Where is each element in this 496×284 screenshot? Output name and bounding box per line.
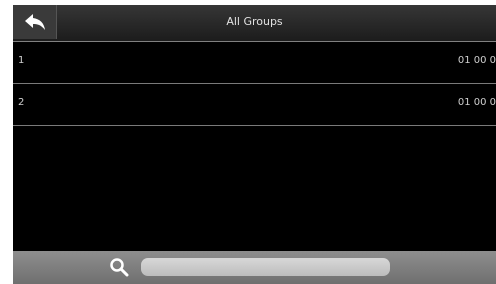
list-item[interactable]: 1 01 00 0: [13, 42, 496, 84]
group-value: 01 00 0: [457, 97, 496, 108]
search-input[interactable]: [141, 258, 390, 276]
header-bar: All Groups: [13, 5, 496, 42]
search-bar: [13, 251, 496, 284]
search-icon[interactable]: [109, 257, 129, 277]
group-value: 01 00 0: [457, 55, 496, 66]
page-title: All Groups: [226, 15, 283, 28]
group-name: 1: [18, 55, 25, 66]
list-item[interactable]: 2 01 00 0: [13, 84, 496, 126]
group-list: 1 01 00 0 2 01 00 0: [13, 42, 496, 126]
device-screen: All Groups 1 01 00 0 2 01 00 0: [13, 5, 496, 284]
group-name: 2: [18, 97, 25, 108]
